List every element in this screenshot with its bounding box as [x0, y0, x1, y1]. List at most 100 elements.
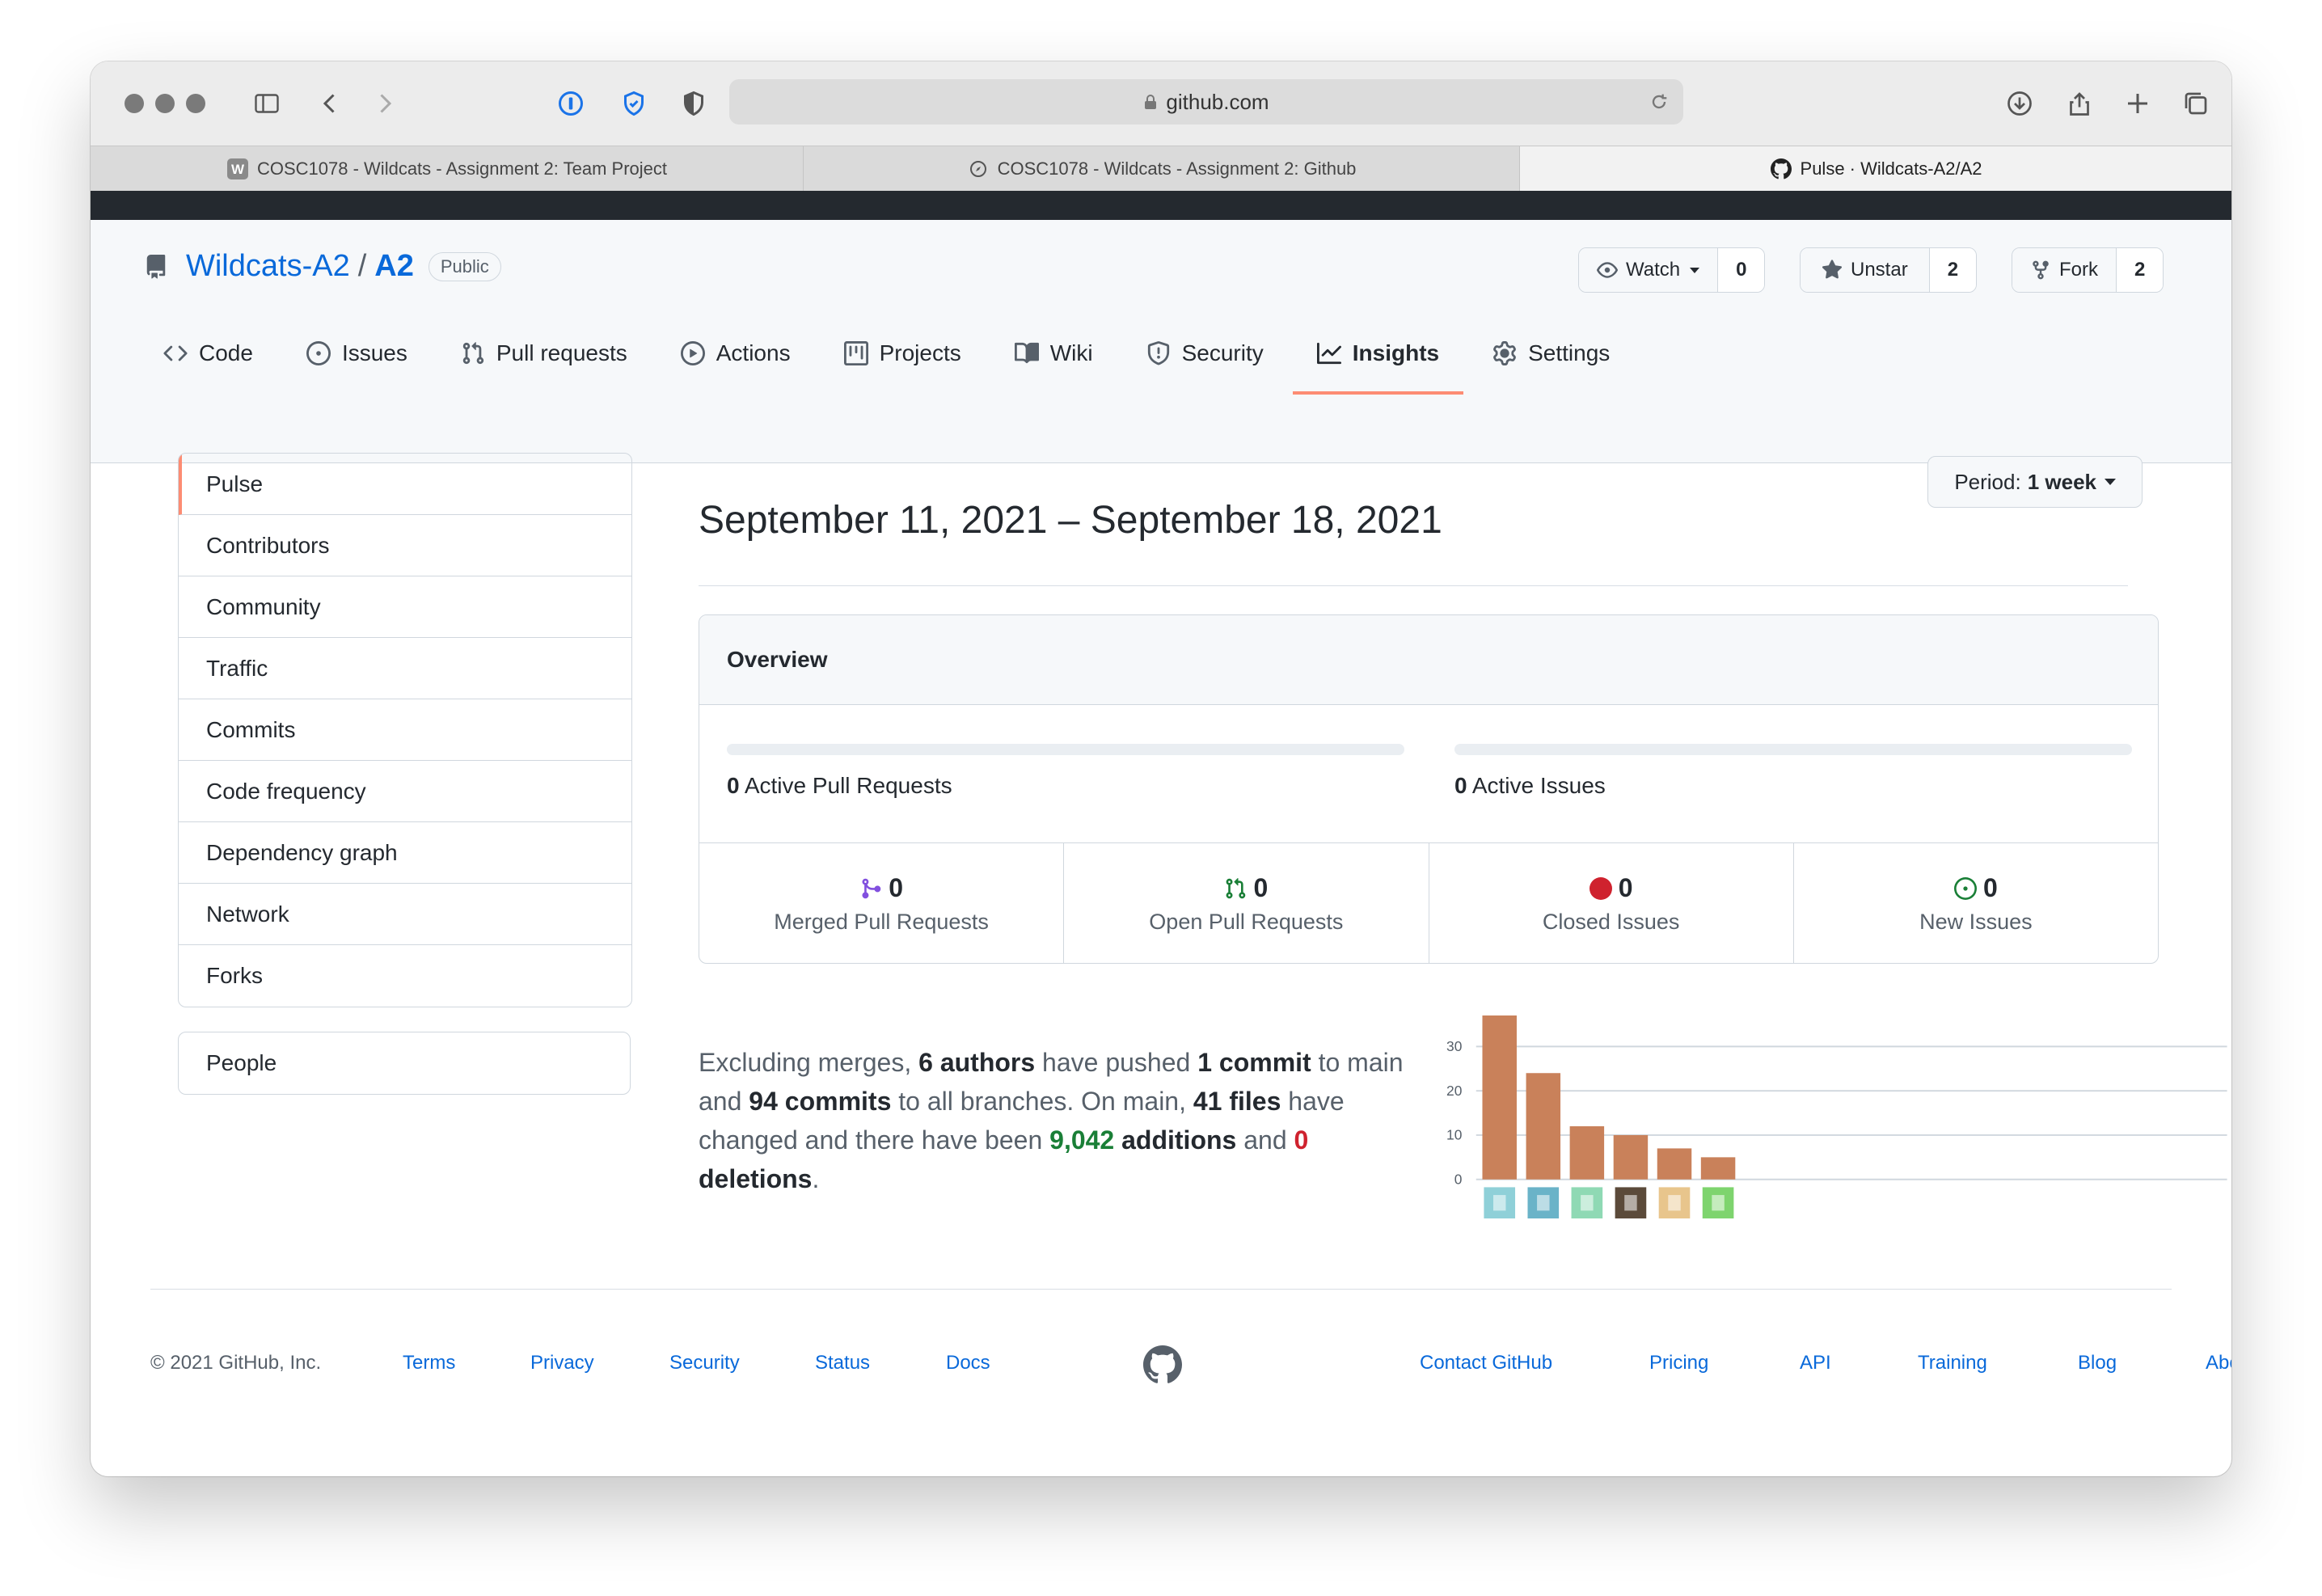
password-manager-icon[interactable] [551, 84, 590, 123]
active-prs-label: Active Pull Requests [744, 773, 952, 798]
open-prs-label: Open Pull Requests [1149, 910, 1344, 934]
sidebar-item-network[interactable]: Network [179, 884, 631, 945]
new-tab-icon[interactable] [2118, 84, 2157, 123]
tab-settings[interactable]: Settings [1492, 317, 1610, 390]
footer: © 2021 GitHub, Inc. Terms Privacy Securi… [150, 1345, 2231, 1392]
active-issues-summary[interactable]: 0 Active Issues [1454, 773, 1606, 799]
tab-label: Insights [1352, 340, 1440, 365]
sidebar-item-dependency-graph[interactable]: Dependency graph [179, 822, 631, 884]
active-prs-count: 0 [727, 773, 740, 798]
footer-link-blog[interactable]: Blog [2078, 1352, 2117, 1374]
footer-link-about[interactable]: About [2206, 1352, 2231, 1374]
contributors-chart: 0 10 20 30 [1425, 1015, 2231, 1242]
footer-link-status[interactable]: Status [815, 1352, 870, 1374]
forward-arrow-icon[interactable] [365, 84, 404, 123]
github-icon [1770, 158, 1792, 180]
contributor-bar[interactable] [1526, 1073, 1561, 1180]
overview-stats: 0 Merged Pull Requests 0 Open Pull Reque… [699, 843, 2158, 963]
period-dropdown-button[interactable]: Period: 1 week [1927, 456, 2143, 508]
sidebar-toggle-icon[interactable] [247, 84, 286, 123]
repo-header: Wildcats-A2 / A2 Public Watch 0 Unstar 2… [91, 220, 2231, 463]
footer-link-pricing[interactable]: Pricing [1649, 1352, 1708, 1374]
overview-box: Overview 0 Active Pull Requests 0 Active… [699, 614, 2159, 964]
contributor-bar[interactable] [1613, 1134, 1649, 1180]
footer-link-security[interactable]: Security [669, 1352, 740, 1374]
sidebar-item-code-frequency[interactable]: Code frequency [179, 761, 631, 822]
tab-overview-icon[interactable] [2176, 84, 2215, 123]
unstar-button[interactable]: Unstar [1801, 248, 1930, 292]
tab-issues[interactable]: Issues [306, 317, 407, 390]
star-count[interactable]: 2 [1929, 248, 1977, 292]
y-tick-label: 20 [1446, 1083, 1462, 1099]
pr-progress-bar [727, 744, 1404, 755]
sidebar-item-contributors[interactable]: Contributors [179, 515, 631, 576]
address-bar[interactable]: github.com [729, 79, 1683, 125]
tab-projects[interactable]: Projects [843, 317, 961, 390]
avatar-pattern [1493, 1195, 1506, 1211]
close-window-button[interactable] [125, 94, 144, 113]
contributor-bar[interactable] [1569, 1125, 1605, 1180]
period-value: 1 week [2027, 469, 2096, 494]
contributor-bar[interactable] [1657, 1148, 1692, 1180]
closed-issues-count: 0 [1618, 873, 1633, 902]
footer-link-terms[interactable]: Terms [403, 1352, 455, 1374]
new-issues-label: New Issues [1919, 910, 2033, 934]
new-issues-stat[interactable]: 0 New Issues [1794, 843, 2158, 963]
sidebar-item-people[interactable]: People [178, 1032, 631, 1095]
tab-label: Settings [1528, 340, 1611, 365]
tab-code[interactable]: Code [163, 317, 253, 390]
repo-owner-link[interactable]: Wildcats-A2 [186, 249, 350, 284]
merged-prs-label: Merged Pull Requests [774, 910, 989, 934]
sidebar-item-pulse[interactable]: Pulse [179, 454, 631, 515]
closed-issues-label: Closed Issues [1542, 910, 1680, 934]
reload-icon[interactable] [1648, 91, 1670, 113]
active-prs-summary[interactable]: 0 Active Pull Requests [727, 773, 952, 799]
sidebar-item-forks[interactable]: Forks [179, 945, 631, 1007]
closed-issues-stat[interactable]: 0 Closed Issues [1429, 843, 1794, 963]
github-logo-icon[interactable] [1143, 1345, 1182, 1384]
download-icon[interactable] [2000, 84, 2039, 123]
tab-wiki[interactable]: Wiki [1014, 317, 1093, 390]
footer-link-api[interactable]: API [1800, 1352, 1831, 1374]
tab-label: Code [199, 340, 253, 365]
browser-tab-active[interactable]: Pulse · Wildcats-A2/A2 [1520, 146, 2231, 192]
footer-link-training[interactable]: Training [1918, 1352, 1987, 1374]
merged-prs-count: 0 [889, 873, 904, 902]
fork-count[interactable]: 2 [2117, 248, 2164, 292]
sidebar-item-traffic[interactable]: Traffic [179, 638, 631, 699]
contributor-bar[interactable] [1482, 1015, 1517, 1180]
fork-icon [2033, 260, 2049, 280]
tab-pull-requests[interactable]: Pull requests [461, 317, 627, 390]
browser-toolbar: github.com [91, 61, 2231, 146]
merged-prs-stat[interactable]: 0 Merged Pull Requests [699, 843, 1065, 963]
footer-link-docs[interactable]: Docs [946, 1352, 990, 1374]
fork-button[interactable]: Fork [2012, 248, 2117, 292]
lock-icon [1145, 95, 1157, 109]
watch-count[interactable]: 0 [1718, 248, 1765, 292]
tab-actions[interactable]: Actions [680, 317, 791, 390]
sidebar-item-commits[interactable]: Commits [179, 699, 631, 761]
code-icon [163, 345, 188, 361]
repo-name-link[interactable]: A2 [374, 249, 414, 284]
share-icon[interactable] [2060, 84, 2099, 123]
footer-link-contact[interactable]: Contact GitHub [1420, 1352, 1552, 1374]
watch-button[interactable]: Watch [1579, 248, 1719, 292]
privacy-shield-icon[interactable] [614, 84, 653, 123]
footer-link-privacy[interactable]: Privacy [530, 1352, 594, 1374]
zoom-window-button[interactable] [186, 94, 205, 113]
half-shield-icon[interactable] [674, 84, 713, 123]
minimize-window-button[interactable] [155, 94, 175, 113]
contributor-bar[interactable] [1700, 1157, 1736, 1180]
overview-title: Overview [699, 615, 2158, 705]
open-prs-stat[interactable]: 0 Open Pull Requests [1064, 843, 1429, 963]
back-arrow-icon[interactable] [310, 84, 349, 123]
sidebar-item-community[interactable]: Community [179, 576, 631, 638]
graph-icon [1316, 342, 1341, 365]
browser-tab[interactable]: W COSC1078 - Wildcats - Assignment 2: Te… [91, 146, 804, 192]
browser-tab[interactable]: COSC1078 - Wildcats - Assignment 2: Gith… [804, 146, 1520, 192]
tab-label: Actions [716, 340, 791, 365]
project-icon [843, 341, 868, 365]
tab-insights[interactable]: Insights [1292, 317, 1464, 395]
tab-security[interactable]: Security [1146, 317, 1264, 390]
tab-label: Pull requests [496, 340, 627, 365]
